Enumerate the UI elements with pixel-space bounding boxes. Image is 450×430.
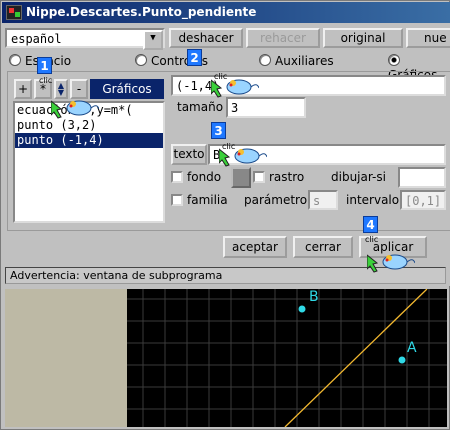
close-button[interactable]: cerrar xyxy=(293,236,353,258)
radio-icon xyxy=(259,54,271,66)
title-bar: Nippe.Descartes.Punto_pendiente xyxy=(2,2,450,23)
step-badge: 1 xyxy=(37,57,52,74)
window-title: Nippe.Descartes.Punto_pendiente xyxy=(26,5,257,19)
clic-hint: clic xyxy=(39,76,53,85)
mouse-icon xyxy=(50,97,100,119)
tab-auxiliares[interactable]: Auxiliares xyxy=(259,54,334,68)
step-badge: 4 xyxy=(363,216,378,233)
family-label: familia xyxy=(187,193,228,207)
param-label: parámetro xyxy=(244,193,308,207)
remove-button[interactable]: - xyxy=(70,79,88,99)
clic-hint: clic xyxy=(365,235,379,244)
trace-checkbox[interactable] xyxy=(253,171,265,183)
step-badge: 2 xyxy=(187,49,202,66)
text-button[interactable]: texto xyxy=(171,144,207,165)
step-badge: 3 xyxy=(211,122,226,139)
coordinate-plane[interactable]: B A xyxy=(127,289,447,427)
mouse-icon xyxy=(210,76,260,98)
param-field[interactable]: s xyxy=(308,190,338,210)
add-button[interactable]: + xyxy=(14,79,32,99)
interval-label: intervalo xyxy=(346,193,400,207)
graphics-list[interactable]: ecuación P,y=m*( punto (3,2) punto (-1,4… xyxy=(13,101,165,223)
trace-label: rastro xyxy=(269,170,305,184)
list-item[interactable]: punto (3,2) xyxy=(15,118,163,133)
draw-if-field[interactable] xyxy=(398,167,446,188)
controls-panel xyxy=(5,289,127,427)
color-swatch[interactable] xyxy=(231,167,251,188)
point-a[interactable] xyxy=(398,356,406,364)
app-window: Nippe.Descartes.Punto_pendiente español … xyxy=(0,0,450,430)
family-checkbox[interactable] xyxy=(171,194,183,206)
section-header: Gráficos xyxy=(90,79,164,99)
undo-button[interactable]: deshacer xyxy=(169,28,243,48)
redo-button[interactable]: rehacer xyxy=(246,28,320,48)
point-b[interactable] xyxy=(298,305,306,313)
scene-canvas[interactable]: B A xyxy=(5,289,447,427)
radio-selected-icon xyxy=(388,54,400,66)
line-graph xyxy=(284,289,428,427)
fill-checkbox[interactable] xyxy=(171,171,183,183)
size-label: tamaño xyxy=(177,100,224,114)
point-b-label: B xyxy=(309,289,319,305)
chevron-down-icon[interactable]: ▼ xyxy=(143,30,163,50)
app-icon xyxy=(6,5,22,20)
list-item-selected[interactable]: punto (-1,4) xyxy=(15,133,163,148)
fill-label: fondo xyxy=(187,170,222,184)
language-value: español xyxy=(11,32,62,46)
tab-label: Auxiliares xyxy=(275,54,334,68)
accept-button[interactable]: aceptar xyxy=(223,236,287,258)
interval-field[interactable]: [0,1] xyxy=(400,190,446,210)
mouse-icon xyxy=(218,145,268,167)
original-button[interactable]: original xyxy=(323,28,403,48)
radio-icon xyxy=(135,54,147,66)
draw-if-label: dibujar-si xyxy=(331,170,386,184)
mouse-icon xyxy=(366,251,416,273)
new-button[interactable]: nue xyxy=(406,28,450,48)
language-select[interactable]: español ▼ xyxy=(5,28,165,50)
size-field[interactable]: 3 xyxy=(226,97,306,118)
radio-icon xyxy=(9,54,21,66)
point-a-label: A xyxy=(407,340,417,356)
move-button[interactable]: ▲ ▼ xyxy=(54,79,68,99)
arrow-down-icon: ▼ xyxy=(57,88,65,97)
